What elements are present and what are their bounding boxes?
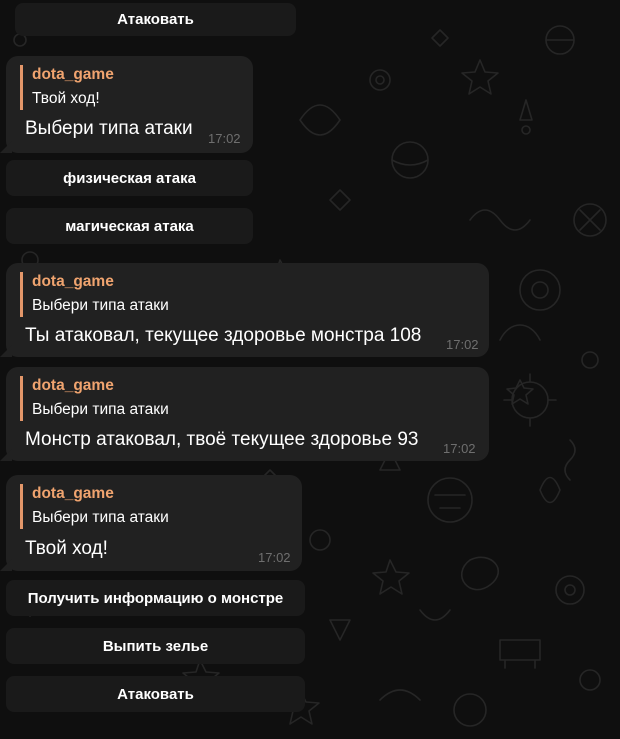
reply-quote[interactable]: dota_game Выбери типа атаки [20,272,169,317]
reply-text: Твой ход! [32,90,100,107]
attack-button[interactable]: Атаковать [6,676,305,712]
chat-area: Атаковать dota_game Твой ход! Выбери тип… [0,0,620,739]
message-bubble: dota_game Выбери типа атаки Твой ход! 17… [6,475,302,571]
physical-attack-button[interactable]: физическая атака [6,160,253,196]
attack-button-top[interactable]: Атаковать [15,3,296,36]
message-text: Выбери типа атаки [25,118,193,139]
drink-potion-button[interactable]: Выпить зелье [6,628,305,664]
reply-author: dota_game [32,377,114,394]
message-text: Монстр атаковал, твоё текущее здоровье 9… [25,429,419,450]
message-time: 17:02 [208,131,241,146]
reply-author: dota_game [32,66,114,83]
monster-info-button[interactable]: Получить информацию о монстре [6,580,305,616]
reply-text: Выбери типа атаки [32,401,169,418]
message-time: 17:02 [446,337,479,352]
message-text: Ты атаковал, текущее здоровье монстра 10… [25,325,422,346]
magic-attack-button[interactable]: магическая атака [6,208,253,244]
message-time: 17:02 [443,441,476,456]
reply-author: dota_game [32,273,114,290]
message-time: 17:02 [258,550,291,565]
message-bubble: dota_game Выбери типа атаки Ты атаковал,… [6,263,489,357]
message-bubble: dota_game Твой ход! Выбери типа атаки 17… [6,56,253,153]
message-bubble: dota_game Выбери типа атаки Монстр атако… [6,367,489,461]
reply-text: Выбери типа атаки [32,297,169,314]
reply-author: dota_game [32,485,114,502]
reply-quote[interactable]: dota_game Выбери типа атаки [20,376,169,421]
message-text: Твой ход! [25,538,108,559]
reply-text: Выбери типа атаки [32,509,169,526]
reply-quote[interactable]: dota_game Твой ход! [20,65,114,110]
reply-quote[interactable]: dota_game Выбери типа атаки [20,484,169,529]
